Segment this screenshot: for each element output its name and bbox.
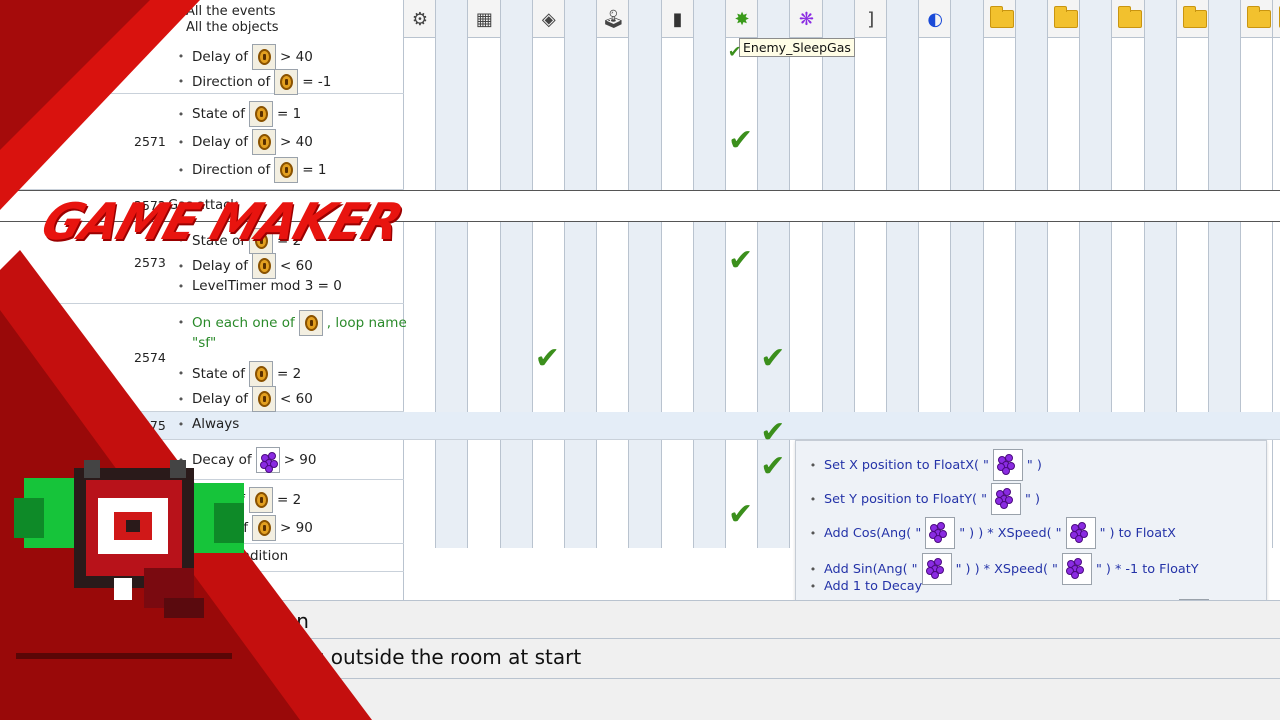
- watermark-logo: GAME MAKER: [34, 192, 410, 252]
- pixel-mascot-icon: [14, 460, 244, 618]
- event-editor-screen: ⚙🔈▦◷◈⌨🕹[▮●✸◎❋✱]◉◐ All the events All the…: [0, 0, 1280, 720]
